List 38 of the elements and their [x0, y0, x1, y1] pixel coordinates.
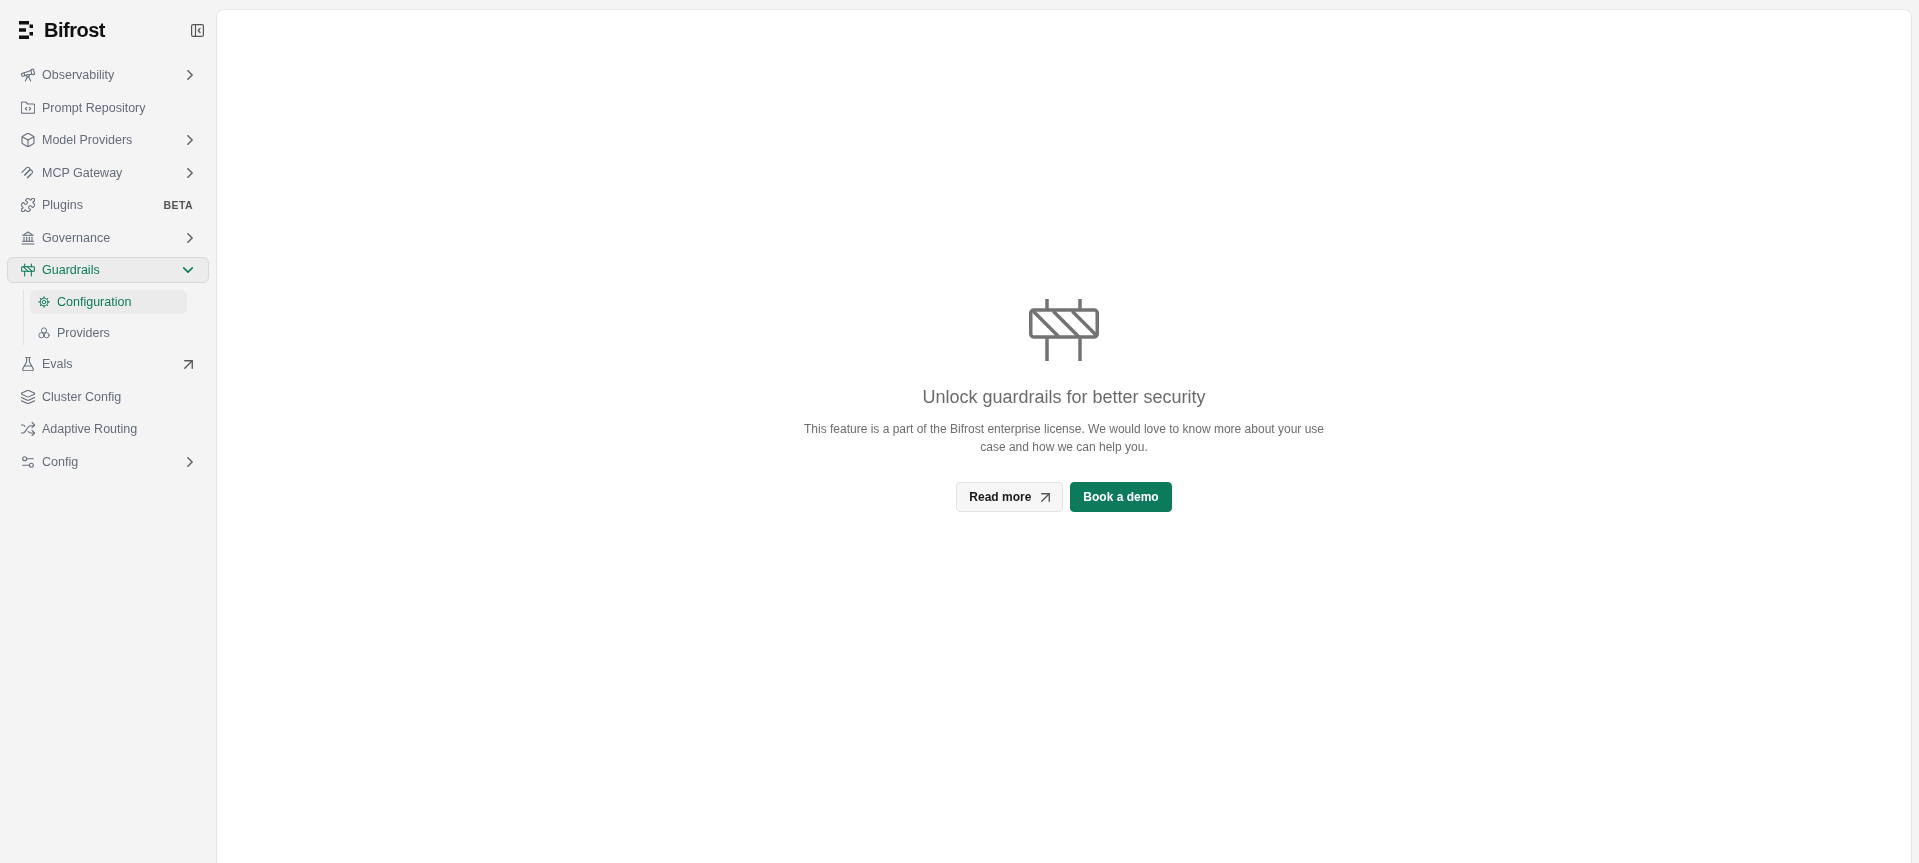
book-demo-button[interactable]: Book a demo	[1070, 482, 1172, 512]
arrow-up-right-icon	[184, 359, 193, 369]
layers-icon	[21, 389, 35, 404]
barrier-icon	[1029, 299, 1099, 361]
stripes-icon	[21, 165, 35, 180]
arrow-up-right-icon	[1041, 492, 1051, 502]
nav-item[interactable]: Governance	[7, 224, 209, 251]
nav-item[interactable]: Adaptive Routing	[7, 416, 209, 442]
nav-item[interactable]: Cluster Config	[7, 383, 209, 410]
sidebar-toggle-button[interactable]	[191, 23, 204, 37]
folder-icon	[21, 100, 35, 115]
nav-subitem[interactable]: Providers	[30, 320, 187, 345]
nav-item[interactable]: Prompt Repository	[7, 94, 209, 121]
nav-item[interactable]: MCP Gateway	[7, 159, 209, 186]
bank-icon	[21, 230, 35, 245]
empty-state-description: This feature is a part of the Bifrost enterprise license. We would love to know more about your use case and how we can help you.	[802, 421, 1325, 456]
read-more-button[interactable]: Read more	[956, 482, 1064, 512]
gear-icon	[38, 295, 50, 308]
nav-item[interactable]: Config	[7, 448, 209, 475]
shuffle-icon	[21, 422, 35, 436]
sidebar-toggle-icon	[191, 23, 204, 37]
nav-item[interactable]: Plugins BETA	[7, 192, 209, 218]
nav-item[interactable]: Evals	[7, 351, 209, 377]
empty-state-title: Unlock guardrails for better security	[922, 386, 1206, 408]
cube-icon	[21, 133, 35, 147]
brand-name: Bifrost	[44, 18, 105, 42]
beta-label: BETA	[163, 199, 193, 211]
sliders-icon	[21, 454, 35, 469]
flask-icon	[21, 357, 35, 371]
nav-item[interactable]: Observability	[7, 62, 209, 88]
barrier-icon	[21, 263, 35, 277]
puzzle-icon	[21, 198, 35, 212]
nav-subitem[interactable]: Configuration	[30, 289, 187, 314]
nav-item[interactable]: Model Providers	[7, 127, 209, 153]
circles-icon	[38, 326, 50, 339]
logo-icon	[19, 21, 33, 39]
nav-item[interactable]: Guardrails	[7, 257, 209, 283]
telescope-icon	[21, 68, 35, 82]
